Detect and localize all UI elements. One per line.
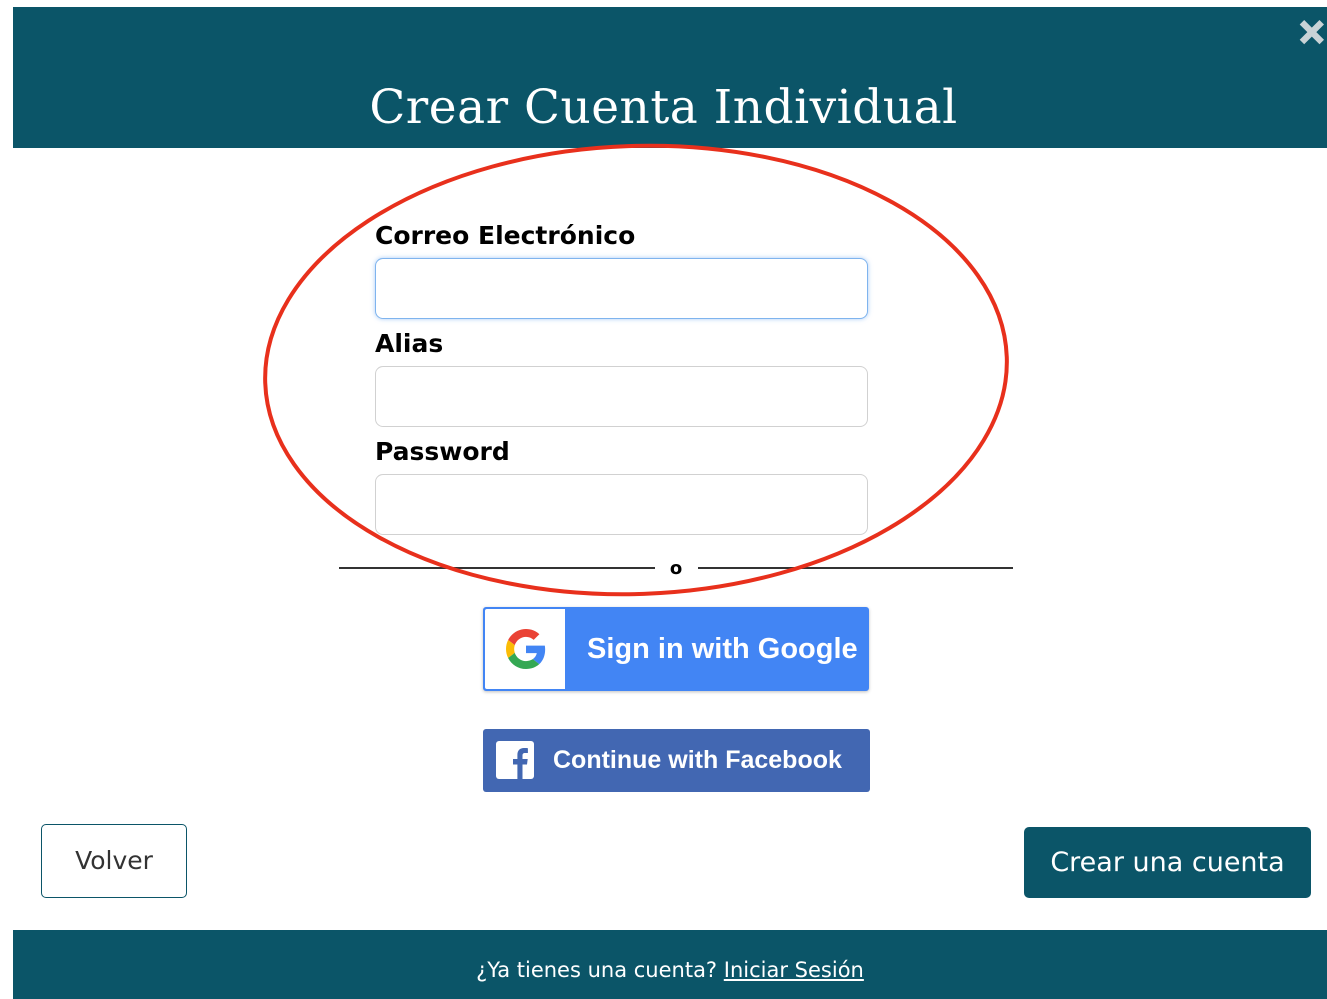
email-label: Correo Electrónico [375, 221, 636, 250]
alias-field[interactable] [375, 366, 868, 427]
password-field[interactable] [375, 474, 868, 535]
close-button[interactable] [1294, 14, 1327, 54]
google-signin-label: Sign in with Google [587, 633, 858, 665]
divider-left [339, 567, 655, 569]
password-label: Password [375, 437, 510, 466]
login-link[interactable]: Iniciar Sesión [724, 958, 864, 982]
facebook-login-button[interactable]: Continue with Facebook [483, 729, 870, 792]
alias-label: Alias [375, 329, 444, 358]
create-account-button[interactable]: Crear una cuenta [1024, 827, 1311, 898]
google-icon-box [485, 609, 565, 689]
facebook-logo-icon [496, 741, 534, 779]
close-icon [1299, 20, 1324, 45]
google-logo-icon [506, 629, 546, 669]
footer-text: ¿Ya tienes una cuenta? Iniciar Sesión [13, 930, 1327, 999]
create-account-modal: Crear Cuenta Individual Correo Electróni… [0, 0, 1327, 999]
facebook-login-label: Continue with Facebook [553, 746, 842, 774]
divider-or-text: o [669, 558, 683, 579]
google-signin-button[interactable]: Sign in with Google [483, 607, 869, 691]
page-title: Crear Cuenta Individual [369, 80, 958, 135]
back-button[interactable]: Volver [41, 824, 187, 898]
footer-prompt: ¿Ya tienes una cuenta? [476, 958, 718, 982]
email-field[interactable] [375, 258, 868, 319]
modal-footer: ¿Ya tienes una cuenta? Iniciar Sesión [13, 930, 1327, 999]
divider-right [698, 567, 1013, 569]
